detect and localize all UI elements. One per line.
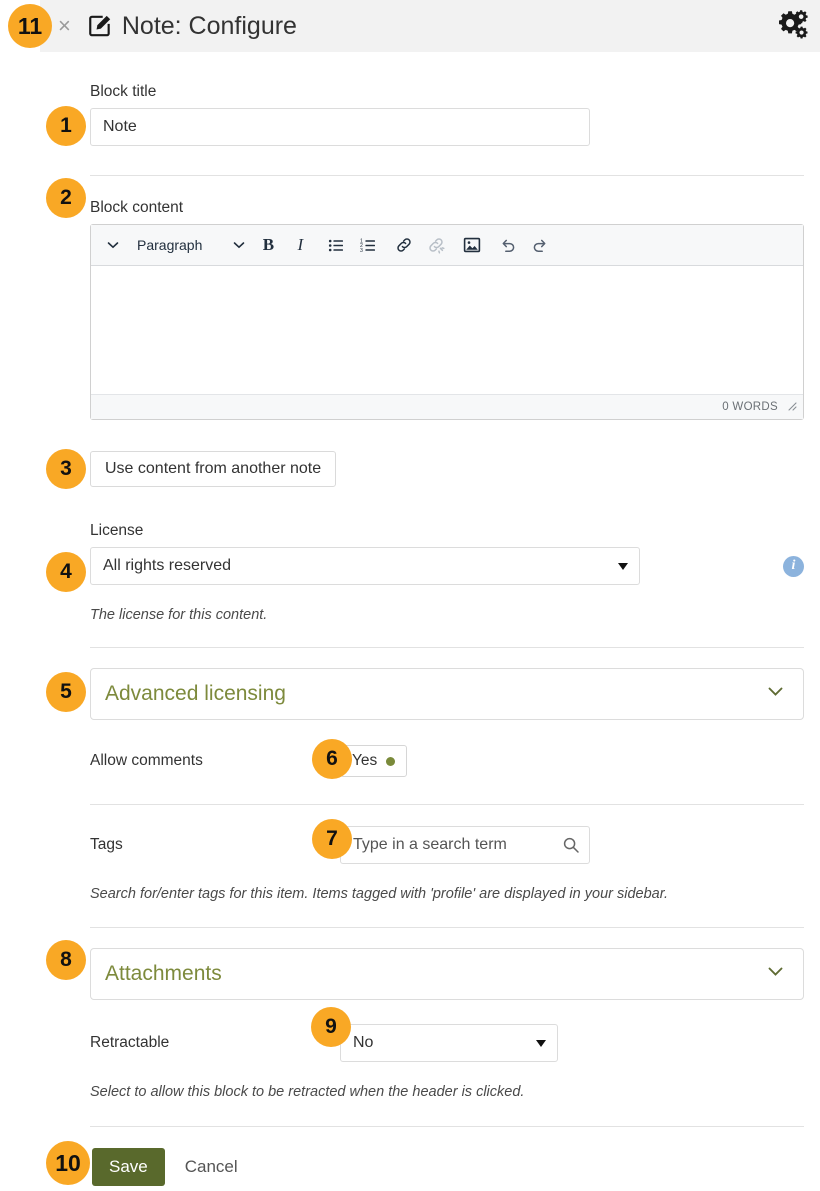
tags-input-wrapper bbox=[340, 826, 590, 864]
allow-comments-label: Allow comments bbox=[90, 752, 310, 770]
block-content-label: Block content bbox=[90, 199, 804, 217]
undo-icon[interactable] bbox=[492, 229, 524, 261]
resize-handle-icon[interactable] bbox=[785, 398, 797, 416]
attachments-title: Attachments bbox=[105, 962, 222, 986]
divider bbox=[90, 647, 804, 648]
pencil-square-icon bbox=[87, 13, 113, 39]
word-count: 0 WORDS bbox=[722, 401, 778, 413]
redo-icon[interactable] bbox=[524, 229, 556, 261]
format-select-value: Paragraph bbox=[137, 237, 202, 253]
callout-badge-8: 8 bbox=[46, 940, 86, 980]
search-icon[interactable] bbox=[562, 836, 580, 859]
license-help-text: The license for this content. bbox=[90, 607, 804, 623]
block-content-field: Block content Paragraph B I bbox=[90, 199, 804, 420]
editor-content-area[interactable] bbox=[91, 266, 803, 394]
bold-label: B bbox=[263, 235, 274, 255]
italic-button[interactable]: I bbox=[284, 229, 316, 261]
caret-down-icon bbox=[536, 1040, 546, 1047]
callout-badge-3: 3 bbox=[46, 449, 86, 489]
format-select[interactable]: Paragraph bbox=[129, 229, 252, 261]
divider bbox=[90, 1126, 804, 1127]
rich-text-editor: Paragraph B I bbox=[90, 224, 804, 420]
image-icon[interactable] bbox=[456, 229, 488, 261]
retractable-row: Retractable No bbox=[90, 1024, 804, 1062]
info-circle-icon[interactable]: i bbox=[783, 556, 804, 577]
callout-badge-11: 11 bbox=[8, 4, 52, 48]
cogs-icon[interactable] bbox=[774, 7, 808, 46]
divider bbox=[90, 175, 804, 176]
svg-text:3: 3 bbox=[360, 248, 363, 254]
allow-comments-value: Yes bbox=[352, 752, 377, 770]
form-actions: Save Cancel bbox=[92, 1148, 804, 1186]
block-title-label: Block title bbox=[90, 83, 804, 101]
italic-label: I bbox=[298, 235, 304, 255]
callout-badge-6: 6 bbox=[312, 739, 352, 779]
unordered-list-icon[interactable] bbox=[320, 229, 352, 261]
callout-badge-10: 10 bbox=[46, 1141, 90, 1185]
license-label: License bbox=[90, 522, 804, 540]
advanced-licensing-title: Advanced licensing bbox=[105, 682, 286, 706]
callout-badge-1: 1 bbox=[46, 106, 86, 146]
callout-badge-9: 9 bbox=[311, 1007, 351, 1047]
chevron-down-icon bbox=[232, 238, 246, 252]
advanced-licensing-panel[interactable]: Advanced licensing bbox=[90, 668, 804, 720]
save-button[interactable]: Save bbox=[92, 1148, 165, 1186]
license-select-value: All rights reserved bbox=[103, 557, 231, 575]
chevron-down-icon[interactable] bbox=[97, 229, 129, 261]
page-title: Note: Configure bbox=[122, 12, 297, 41]
block-title-input[interactable] bbox=[90, 108, 590, 146]
retractable-select-value: No bbox=[353, 1034, 373, 1052]
status-dot-icon bbox=[386, 757, 395, 766]
tags-search-input[interactable] bbox=[340, 826, 590, 864]
callout-badge-4: 4 bbox=[46, 552, 86, 592]
bold-button[interactable]: B bbox=[252, 229, 284, 261]
tags-row: Tags bbox=[90, 826, 804, 864]
unlink-icon bbox=[420, 229, 452, 261]
retractable-select[interactable]: No bbox=[340, 1024, 558, 1062]
tags-help-text: Search for/enter tags for this item. Ite… bbox=[90, 886, 804, 902]
divider bbox=[90, 804, 804, 805]
configure-form: Block title Block content Paragraph B I bbox=[90, 52, 804, 1186]
cancel-button[interactable]: Cancel bbox=[185, 1157, 238, 1177]
allow-comments-row: Allow comments Yes bbox=[90, 745, 804, 777]
caret-down-icon bbox=[618, 563, 628, 570]
retractable-label: Retractable bbox=[90, 1034, 310, 1052]
use-content-from-another-note-button[interactable]: Use content from another note bbox=[90, 451, 336, 487]
editor-toolbar: Paragraph B I bbox=[91, 225, 803, 266]
callout-badge-5: 5 bbox=[46, 672, 86, 712]
retractable-help-text: Select to allow this block to be retract… bbox=[90, 1084, 804, 1100]
use-content-row: Use content from another note bbox=[90, 451, 804, 487]
block-title-field: Block title bbox=[90, 83, 804, 146]
link-icon[interactable] bbox=[388, 229, 420, 261]
tags-label: Tags bbox=[90, 836, 310, 854]
attachments-panel[interactable]: Attachments bbox=[90, 948, 804, 1000]
divider bbox=[90, 927, 804, 928]
modal-title-group: Note: Configure bbox=[87, 12, 297, 41]
editor-status-bar: 0 WORDS bbox=[91, 394, 803, 419]
license-select[interactable]: All rights reserved bbox=[90, 547, 640, 585]
license-field: License All rights reserved i The licens… bbox=[90, 522, 804, 623]
ordered-list-icon[interactable]: 1 2 3 bbox=[352, 229, 384, 261]
callout-badge-7: 7 bbox=[312, 819, 352, 859]
chevron-down-icon bbox=[766, 682, 785, 706]
close-icon[interactable]: × bbox=[58, 15, 71, 37]
callout-badge-2: 2 bbox=[46, 178, 86, 218]
chevron-down-icon bbox=[766, 962, 785, 986]
modal-header: × Note: Configure bbox=[40, 0, 820, 52]
